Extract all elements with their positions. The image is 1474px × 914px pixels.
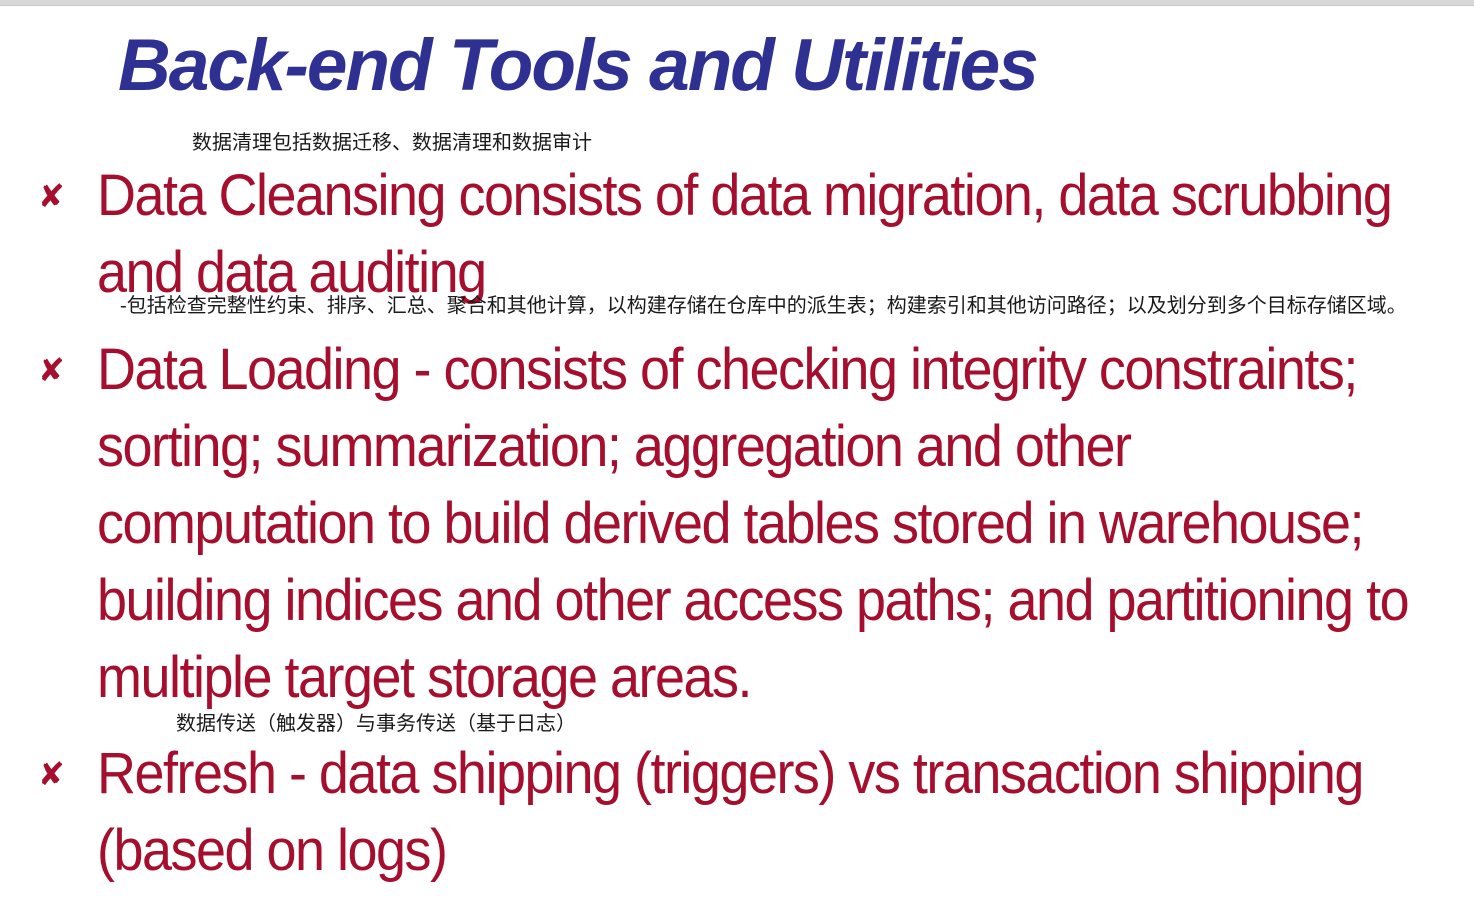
slide-title: Back-end Tools and Utilities [118,25,1039,106]
note-cleansing-cn: 数据清理包括数据迁移、数据清理和数据审计 [192,130,592,154]
note-refresh-cn: 数据传送（触发器）与事务传送（基于日志） [176,711,576,735]
bullet-data-loading: Data Loading - consists of checking inte… [97,337,1410,710]
bullet-cross-icon: ✘ [38,177,65,215]
bullet-cross-icon: ✘ [38,351,65,389]
note-loading-cn: -包括检查完整性约束、排序、汇总、聚合和其他计算，以构建存储在仓库中的派生表；构… [120,293,1407,317]
top-divider [0,0,1474,6]
bullet-refresh: Refresh - data shipping (triggers) vs tr… [97,741,1364,883]
bullet-data-cleansing: Data Cleansing consists of data migratio… [97,163,1393,305]
bullet-cross-icon: ✘ [38,755,65,793]
